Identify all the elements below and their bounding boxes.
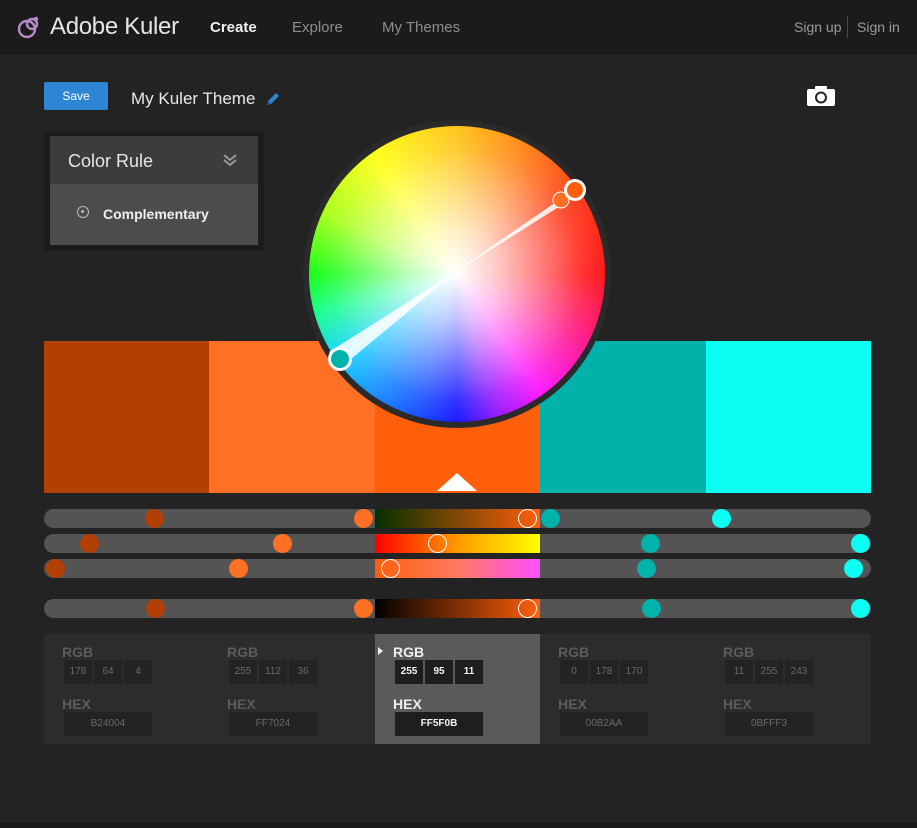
chevron-down-icon[interactable] [222,152,238,168]
slider-knob[interactable] [641,534,660,553]
app-title[interactable]: Adobe Kuler [50,13,179,41]
slider-knob[interactable] [145,509,164,528]
rgb-b-field[interactable]: 4 [124,660,152,684]
color-rule-panel: Color Rule Complementary [44,131,264,251]
hex-label: HEX [558,696,587,712]
nav-create[interactable]: Create [210,19,257,36]
slider-knob[interactable] [851,534,870,553]
slider-knob[interactable] [229,559,248,578]
theme-name[interactable]: My Kuler Theme [131,89,255,109]
slider-knob[interactable] [642,599,661,618]
slider-red[interactable] [44,534,871,553]
hex-field[interactable]: B24004 [64,712,152,736]
rgb-r-field[interactable]: 0 [560,660,588,684]
rgb-r-field[interactable]: 178 [64,660,92,684]
hex-field[interactable]: FF7024 [229,712,317,736]
rgb-r-field[interactable]: 255 [229,660,257,684]
swatch-1[interactable] [44,341,209,493]
slider-knob[interactable] [354,509,373,528]
hex-field[interactable]: FF5F0B [395,712,483,736]
rgb-g-field[interactable]: 95 [425,660,453,684]
slider-knob[interactable] [146,599,165,618]
slider-green[interactable] [44,559,871,578]
pencil-icon[interactable] [265,91,281,107]
rgb-label: RGB [558,644,590,660]
hex-label: HEX [62,696,91,712]
rgb-label: RGB [723,644,755,660]
hex-field[interactable]: 00B2AA [560,712,648,736]
color-values-5[interactable]: RGB 11 255 243 HEX 0BFFF3 [705,634,870,744]
wheel-handles [328,179,586,371]
color-values-2[interactable]: RGB 255 112 36 HEX FF7024 [209,634,374,744]
slider-brightness[interactable] [44,509,871,528]
hex-label: HEX [227,696,256,712]
color-values-4[interactable]: RGB 0 178 170 HEX 00B2AA [540,634,705,744]
slider-blue[interactable] [44,599,871,618]
slider-knob-selected[interactable] [518,509,537,528]
slider-knob[interactable] [637,559,656,578]
hex-field[interactable]: 0BFFF3 [725,712,813,736]
auth-divider [847,16,848,38]
camera-icon[interactable] [806,85,836,107]
rgb-label: RGB [227,644,259,660]
color-wheel[interactable] [303,120,611,428]
radio-icon[interactable] [77,206,89,218]
save-button[interactable]: Save [44,82,108,110]
nav-my-themes[interactable]: My Themes [382,19,460,36]
nav-explore[interactable]: Explore [292,19,343,36]
color-rule-title: Color Rule [68,151,154,171]
slider-knob-selected[interactable] [518,599,537,618]
hex-label: HEX [723,696,752,712]
rgb-b-field[interactable]: 243 [785,660,813,684]
rgb-label: RGB [62,644,94,660]
rgb-g-field[interactable]: 64 [94,660,122,684]
color-rule-header[interactable]: Color Rule [50,136,258,184]
color-rule-option-label: Complementary [103,206,209,222]
slider-knob[interactable] [354,599,373,618]
slider-knob[interactable] [712,509,731,528]
slider-knob-selected[interactable] [381,559,400,578]
sign-up-link[interactable]: Sign up [794,19,841,35]
rgb-r-field[interactable]: 11 [725,660,753,684]
rgb-b-field[interactable]: 11 [455,660,483,684]
slider-knob[interactable] [541,509,560,528]
selected-swatch-pointer [437,473,477,491]
color-values-1[interactable]: RGB 178 64 4 HEX B24004 [44,634,209,744]
rgb-g-field[interactable]: 112 [259,660,287,684]
slider-knob[interactable] [851,599,870,618]
slider-knob[interactable] [273,534,292,553]
rgb-r-field[interactable]: 255 [395,660,423,684]
footer-bar [0,823,917,828]
rgb-g-field[interactable]: 255 [755,660,783,684]
rgb-b-field[interactable]: 36 [289,660,317,684]
color-values-panel: RGB 178 64 4 HEX B24004 RGB 255 112 36 H… [44,634,871,744]
rgb-g-field[interactable]: 178 [590,660,618,684]
slider-knob-selected[interactable] [428,534,447,553]
slider-knob[interactable] [844,559,863,578]
kuler-logo-icon[interactable] [16,14,42,40]
color-rule-option[interactable]: Complementary [50,184,258,245]
rgb-b-field[interactable]: 170 [620,660,648,684]
color-values-3-selected[interactable]: RGB 255 95 11 HEX FF5F0B [375,634,540,744]
sign-in-link[interactable]: Sign in [857,19,900,35]
rgb-label: RGB [393,644,425,660]
hex-label: HEX [393,696,422,712]
slider-knob[interactable] [80,534,99,553]
swatch-5[interactable] [706,341,871,493]
caret-right-icon [378,647,383,655]
slider-knob[interactable] [46,559,65,578]
top-bar: Adobe Kuler Create Explore My Themes Sig… [0,0,917,55]
